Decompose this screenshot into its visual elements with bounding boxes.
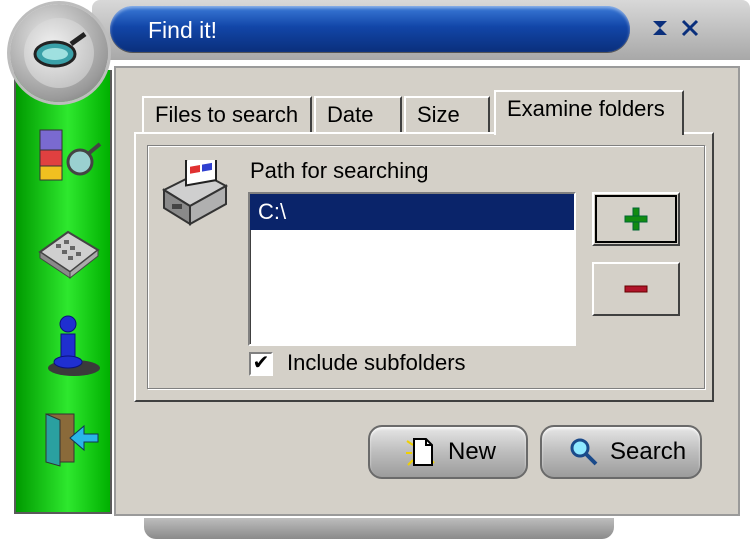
app-logo	[10, 4, 108, 102]
tab-date[interactable]: Date	[314, 96, 402, 132]
search-button-label: Search	[610, 438, 687, 465]
new-document-icon	[404, 435, 438, 469]
new-button[interactable]: New	[368, 425, 528, 479]
minimize-icon	[653, 21, 667, 35]
path-list-item[interactable]: C:\	[250, 194, 574, 230]
tab-examine-folders[interactable]: Examine folders	[494, 90, 684, 135]
path-list[interactable]: C:\	[248, 192, 576, 346]
close-icon	[681, 19, 699, 37]
include-subfolders-checkbox[interactable]: ✔	[249, 352, 273, 376]
plus-icon	[624, 207, 648, 231]
folder-drive-icon	[160, 152, 230, 230]
sidebar	[14, 70, 112, 514]
titlebar[interactable]: Find it!	[110, 6, 630, 52]
sidebar-calculator-icon[interactable]	[34, 216, 100, 280]
window-title: Find it!	[148, 17, 218, 43]
include-subfolders-label: Include subfolders	[287, 350, 466, 375]
search-button[interactable]: Search	[540, 425, 702, 479]
sidebar-exit-door-icon[interactable]	[34, 404, 99, 468]
minimize-button[interactable]	[648, 16, 672, 40]
sidebar-search-files-icon[interactable]	[34, 122, 102, 186]
search-icon	[568, 436, 600, 468]
tab-files-to-search[interactable]: Files to search	[142, 96, 312, 132]
bottom-bar	[144, 518, 614, 539]
logo-inner	[24, 18, 94, 88]
path-label: Path for searching	[250, 158, 429, 183]
magnifier-icon	[33, 31, 87, 68]
minus-icon	[624, 285, 648, 293]
add-path-button[interactable]	[592, 192, 680, 246]
new-button-label: New	[448, 438, 497, 465]
close-button[interactable]	[678, 16, 702, 40]
sidebar-info-icon[interactable]	[34, 310, 100, 376]
remove-path-button[interactable]	[592, 262, 680, 316]
tab-size[interactable]: Size	[404, 96, 490, 132]
